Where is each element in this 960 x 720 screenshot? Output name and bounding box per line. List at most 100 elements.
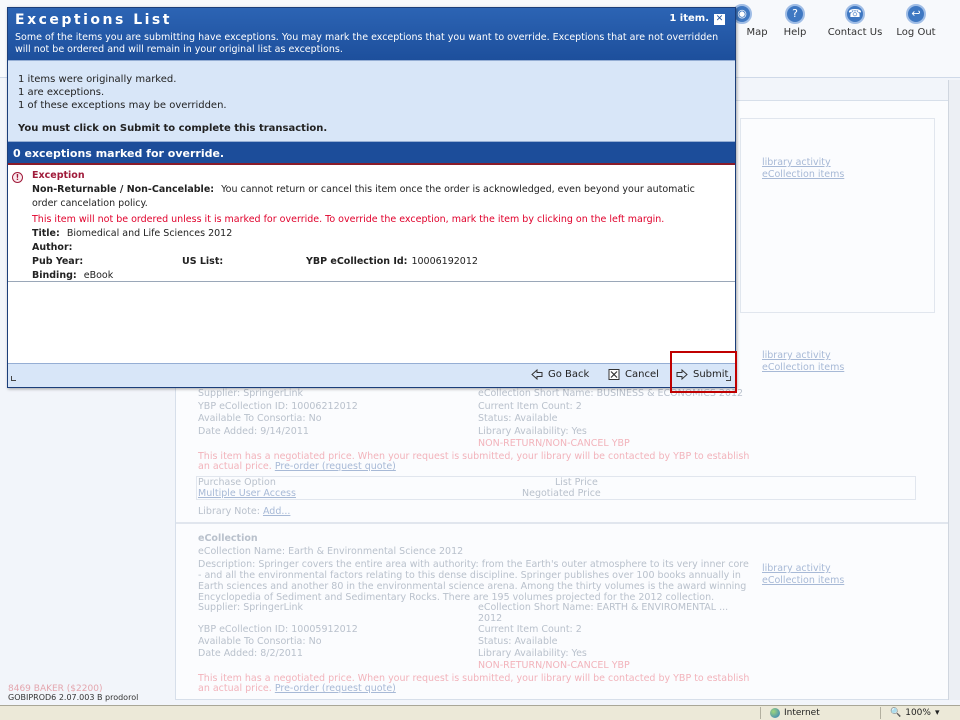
zoom-control[interactable]: 🔍 100% ▾ (890, 708, 939, 718)
security-zone: Internet (770, 708, 820, 718)
binding-row: Binding: eBook (32, 269, 727, 283)
library-activity-link[interactable]: library activity (762, 350, 844, 362)
ecollection-items-link[interactable]: eCollection items (762, 169, 844, 181)
build-id: GOBIPROD6 2.07.003 B prodorol (8, 693, 139, 702)
bg-add-note-link[interactable]: Add... (263, 506, 290, 517)
bg-negotiated2: an actual price. (198, 461, 272, 472)
dialog-header: Exceptions List 1 item. ✕ Some of the it… (8, 8, 735, 60)
binding-value: eBook (83, 270, 114, 281)
title-row: Title: Biomedical and Life Sciences 2012 (32, 227, 727, 241)
bg-availability-2: Library Availability: Yes (478, 648, 587, 659)
bg-status-2: Status: Available (478, 636, 558, 647)
bg-divider (176, 522, 949, 524)
nav-help[interactable]: ? Help (765, 4, 825, 38)
title-label: Title: (32, 228, 60, 239)
binding-label: Binding: (32, 270, 77, 281)
browser-status-bar: Internet 🔍 100% ▾ (0, 705, 960, 720)
pubyear-label: Pub Year: (32, 256, 84, 267)
summary-panel: 1 items were originally marked. 1 are ex… (8, 60, 735, 142)
globe-icon (770, 708, 780, 718)
exception-alert-icon[interactable]: ! (12, 172, 23, 183)
logout-icon: ↩ (906, 4, 926, 24)
exceptions-dialog: Exceptions List 1 item. ✕ Some of the it… (7, 7, 736, 388)
item1-side-links: library activity eCollection items (762, 350, 844, 374)
help-icon: ? (785, 4, 805, 24)
ybp-id-label: YBP eCollection Id: (306, 256, 408, 267)
bg-preorder-link[interactable]: Pre-order (request quote) (275, 461, 396, 472)
ecollection-items-link[interactable]: eCollection items (762, 575, 844, 587)
author-label: Author: (32, 242, 73, 253)
pubyear-row: Pub Year: US List: YBP eCollection Id: 1… (32, 255, 727, 269)
bg-multi-user-link[interactable]: Multiple User Access (198, 488, 296, 500)
chevron-down-icon: ▾ (934, 708, 940, 718)
item-count: 1 item. (669, 13, 709, 24)
submit-instruction: You must click on Submit to complete thi… (18, 123, 328, 134)
zone-label: Internet (784, 708, 820, 718)
summary-line-1: 1 items were originally marked. (18, 74, 177, 85)
bg-negotiated2-2: an actual price. (198, 683, 272, 694)
item0-side-links: library activity eCollection items (762, 157, 844, 181)
bg-ybp-id: YBP eCollection ID: 10006212012 (198, 401, 358, 412)
item2-side-links: library activity eCollection items (762, 563, 844, 587)
bg-consortia-2: Available To Consortia: No (198, 636, 322, 647)
bg-ecollection-name: eCollection Name: Earth & Environmental … (198, 546, 464, 557)
summary-line-3: 1 of these exceptions may be overridden. (18, 100, 227, 111)
dialog-intro: Some of the items you are submitting hav… (15, 32, 719, 55)
go-back-button[interactable]: Go Back (531, 369, 589, 380)
bg-item-count-2: Current Item Count: 2 (478, 624, 582, 635)
nav-contact-us[interactable]: ☎ Contact Us (825, 4, 885, 38)
first-item-frame (740, 118, 935, 313)
policy-label: Non-Returnable / Non-Cancelable: (32, 184, 215, 195)
ybp-id-value: 10006192012 (411, 256, 478, 267)
exception-details: Exception Non-Returnable / Non-Cancelabl… (32, 169, 727, 283)
ecollection-items-link[interactable]: eCollection items (762, 362, 844, 374)
bg-short-name-2: eCollection Short Name: EARTH & ENVIROME… (478, 602, 729, 613)
title-value: Biomedical and Life Sciences 2012 (66, 228, 233, 239)
override-warning: This item will not be ordered unless it … (32, 214, 665, 225)
bg-consortia: Available To Consortia: No (198, 413, 322, 424)
resize-corner-icon (11, 376, 16, 381)
cancel-label: Cancel (625, 369, 659, 380)
policy-row: Non-Returnable / Non-Cancelable: You can… (32, 183, 722, 211)
bg-negotiated-2-line2: an actual price. Pre-order (request quot… (198, 683, 396, 695)
bg-negotiated-line2: an actual price. Pre-order (request quot… (198, 461, 396, 473)
zoom-icon: 🔍 (890, 708, 902, 718)
nav-help-label: Help (783, 27, 807, 38)
bg-library-note-label: Library Note: (198, 506, 260, 517)
exception-heading: Exception (32, 170, 85, 181)
author-row: Author: (32, 241, 727, 255)
summary-line-2: 1 are exceptions. (18, 87, 105, 98)
exception-item[interactable]: ! Exception Non-Returnable / Non-Cancela… (8, 165, 735, 282)
bg-date-added-2: Date Added: 8/2/2011 (198, 648, 303, 659)
cancel-button[interactable]: Cancel (608, 369, 659, 380)
bg-nrnc: NON-RETURN/NON-CANCEL YBP (478, 438, 630, 449)
bg-nrnc-2: NON-RETURN/NON-CANCEL YBP (478, 660, 630, 671)
submit-highlight-box (670, 351, 737, 393)
cancel-icon (608, 369, 620, 380)
dialog-footer: Go Back Cancel Submit (8, 363, 735, 387)
status-separator (760, 707, 761, 719)
bg-neg-price: Negotiated Price (522, 488, 601, 499)
close-icon[interactable]: ✕ (714, 14, 725, 25)
bg-supplier-2: Supplier: SpringerLink (198, 602, 304, 613)
contact-icon: ☎ (845, 4, 865, 24)
bg-type: eCollection (198, 533, 258, 544)
arrow-left-icon (531, 369, 543, 380)
page-scrollbar[interactable] (948, 80, 960, 700)
zoom-level: 100% (905, 708, 931, 718)
bg-date-added: Date Added: 9/14/2011 (198, 426, 309, 437)
uslist-label: US List: (182, 256, 224, 267)
status-separator (880, 707, 881, 719)
bg-library-note: Library Note: Add... (198, 506, 290, 518)
bg-supplier: Supplier: SpringerLink (198, 388, 304, 399)
library-activity-link[interactable]: library activity (762, 157, 844, 169)
nav-log-out[interactable]: ↩ Log Out (886, 4, 946, 38)
bg-availability: Library Availability: Yes (478, 426, 587, 437)
bg-preorder-link-2[interactable]: Pre-order (request quote) (275, 683, 396, 694)
dialog-title: Exceptions List (15, 12, 172, 28)
go-back-label: Go Back (548, 369, 590, 380)
override-status-bar: 0 exceptions marked for override. (8, 142, 735, 165)
library-activity-link[interactable]: library activity (762, 563, 844, 575)
nav-contact-label: Contact Us (827, 27, 883, 38)
nav-logout-label: Log Out (896, 27, 936, 38)
